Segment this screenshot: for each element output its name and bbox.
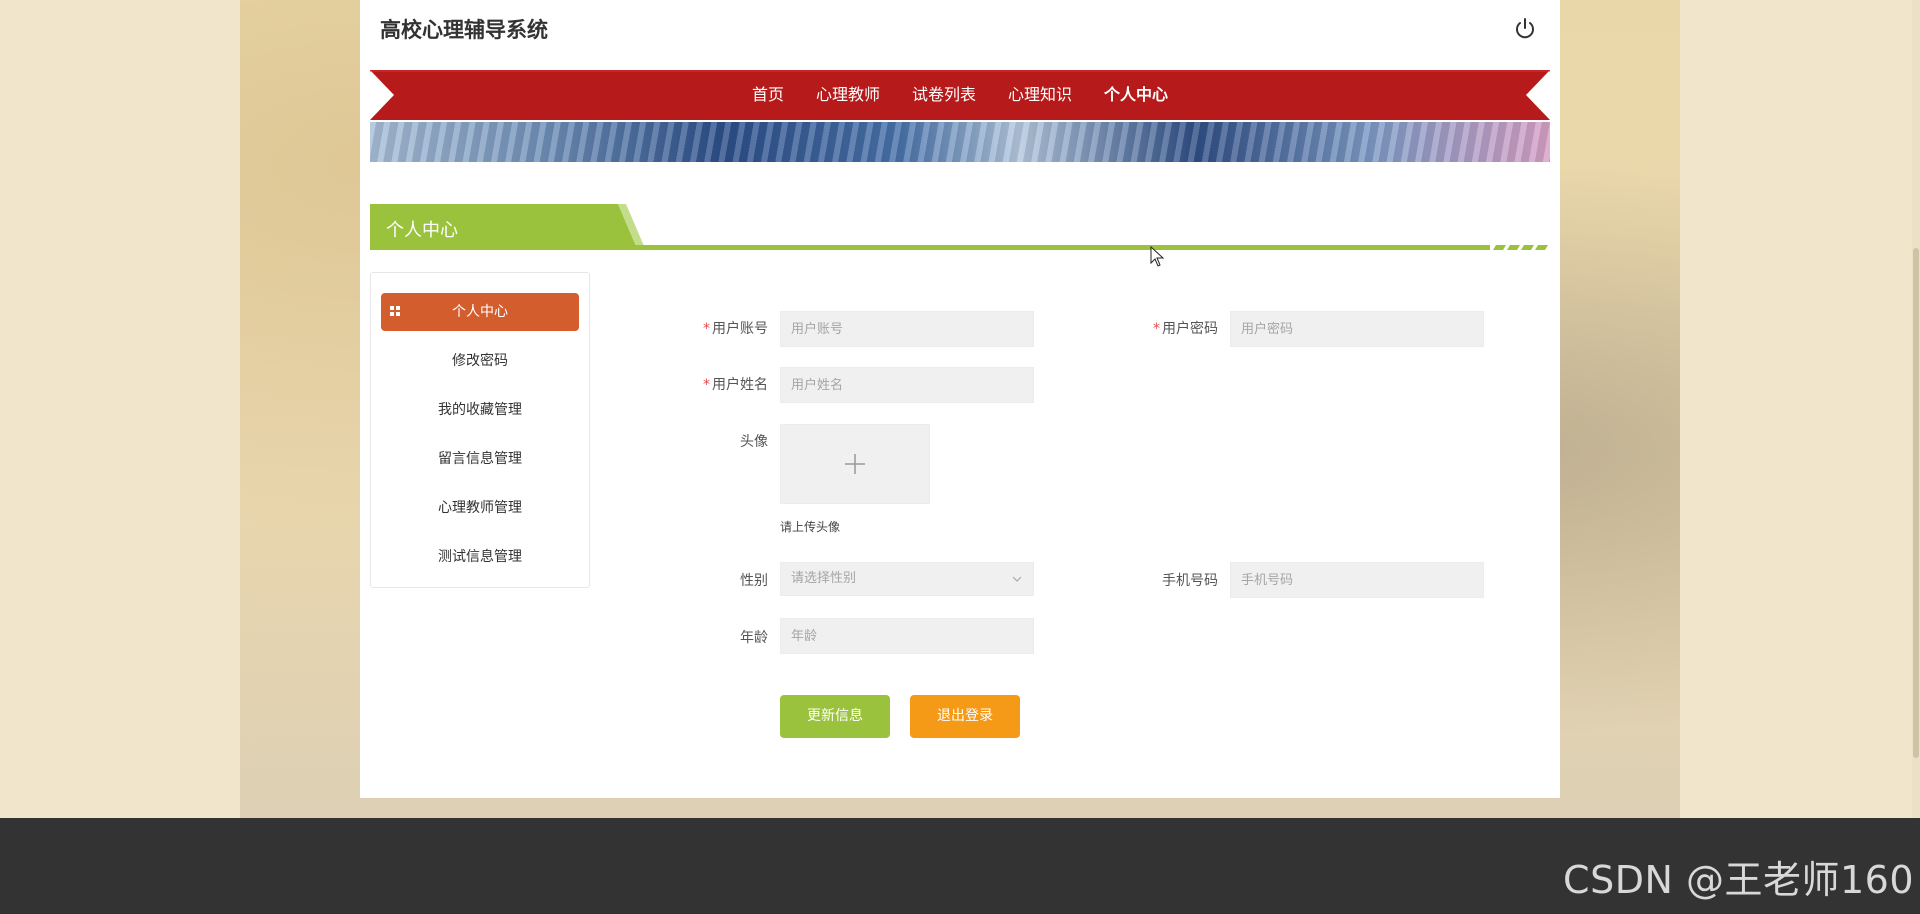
nav-item-knowledge[interactable]: 心理知识 (992, 70, 1088, 120)
password-label: * 用户密码 (1108, 318, 1218, 338)
name-label: * 用户姓名 (658, 374, 768, 394)
nav-item-exams[interactable]: 试卷列表 (896, 70, 992, 120)
banner-image (370, 122, 1550, 162)
sidebar-item-teachers[interactable]: 心理教师管理 (381, 489, 579, 527)
sidebar-item-label: 个人中心 (452, 304, 508, 320)
nav-item-home[interactable]: 首页 (736, 70, 800, 120)
update-info-button[interactable]: 更新信息 (780, 695, 890, 738)
sidebar-item-label: 我的收藏管理 (438, 402, 522, 418)
watermark-text: CSDN @王老师160 (1563, 858, 1914, 902)
avatar-label: 头像 (740, 434, 768, 450)
gender-select[interactable]: 请选择性别 (780, 562, 1034, 596)
vertical-scrollbar[interactable] (1912, 0, 1920, 818)
main-nav: 首页 心理教师 试卷列表 心理知识 个人中心 (370, 70, 1550, 120)
required-mark: * (703, 377, 710, 393)
name-label-text: 用户姓名 (712, 377, 768, 393)
section-header-bar (370, 204, 1548, 250)
avatar-upload[interactable] (780, 424, 930, 504)
gender-label: 性别 (740, 573, 768, 589)
mouse-cursor-icon (1150, 246, 1165, 267)
phone-label: 手机号码 (1162, 573, 1218, 589)
sidebar-item-label: 心理教师管理 (438, 500, 522, 516)
power-icon[interactable] (1512, 16, 1538, 42)
account-label-text: 用户账号 (712, 321, 768, 337)
page-background-right (1680, 0, 1920, 818)
section-title: 个人中心 (386, 220, 458, 241)
nav-item-teachers[interactable]: 心理教师 (800, 70, 896, 120)
sidebar-item-label: 测试信息管理 (438, 549, 522, 565)
plus-icon (845, 454, 865, 474)
scrollbar-thumb[interactable] (1913, 248, 1919, 758)
required-mark: * (1153, 321, 1160, 337)
account-input[interactable] (780, 311, 1034, 347)
sidebar-item-profile[interactable]: 个人中心 (381, 293, 579, 331)
required-mark: * (703, 321, 710, 337)
password-label-text: 用户密码 (1162, 321, 1218, 337)
nav-item-profile[interactable]: 个人中心 (1088, 70, 1184, 120)
nav-item-label: 心理知识 (1008, 85, 1073, 104)
sidebar-item-label: 修改密码 (452, 353, 508, 369)
name-input[interactable] (780, 367, 1034, 403)
section-header: 个人中心 (370, 204, 1550, 250)
site-title: 高校心理辅导系统 (380, 18, 548, 42)
password-input[interactable] (1230, 311, 1484, 347)
sidebar-item-label: 留言信息管理 (438, 451, 522, 467)
sidebar-item-change-password[interactable]: 修改密码 (381, 342, 579, 380)
chevron-down-icon (1012, 576, 1022, 582)
main-content: 高校心理辅导系统 首页 心理教师 试卷列表 心理知识 个人中心 个人中心 个人中… (360, 0, 1560, 798)
logout-button[interactable]: 退出登录 (910, 695, 1020, 738)
account-label: * 用户账号 (658, 318, 768, 338)
sidebar-menu: 个人中心 修改密码 我的收藏管理 留言信息管理 心理教师管理 测试信息管理 (370, 272, 590, 588)
grid-icon (390, 306, 400, 316)
nav-item-label: 心理教师 (815, 85, 880, 104)
footer-bar: CSDN @王老师160 (0, 818, 1920, 914)
sidebar-item-favorites[interactable]: 我的收藏管理 (381, 391, 579, 429)
sidebar-item-messages[interactable]: 留言信息管理 (381, 440, 579, 478)
sidebar-item-tests[interactable]: 测试信息管理 (381, 538, 579, 576)
age-input[interactable] (780, 618, 1034, 654)
nav-item-label: 个人中心 (1104, 85, 1169, 104)
phone-input[interactable] (1230, 562, 1484, 598)
page-background-left (0, 0, 240, 818)
age-label: 年龄 (740, 630, 768, 646)
nav-item-label: 首页 (751, 85, 784, 104)
nav-item-label: 试卷列表 (911, 85, 976, 104)
avatar-upload-hint: 请上传头像 (780, 520, 841, 534)
gender-select-placeholder: 请选择性别 (791, 571, 857, 586)
